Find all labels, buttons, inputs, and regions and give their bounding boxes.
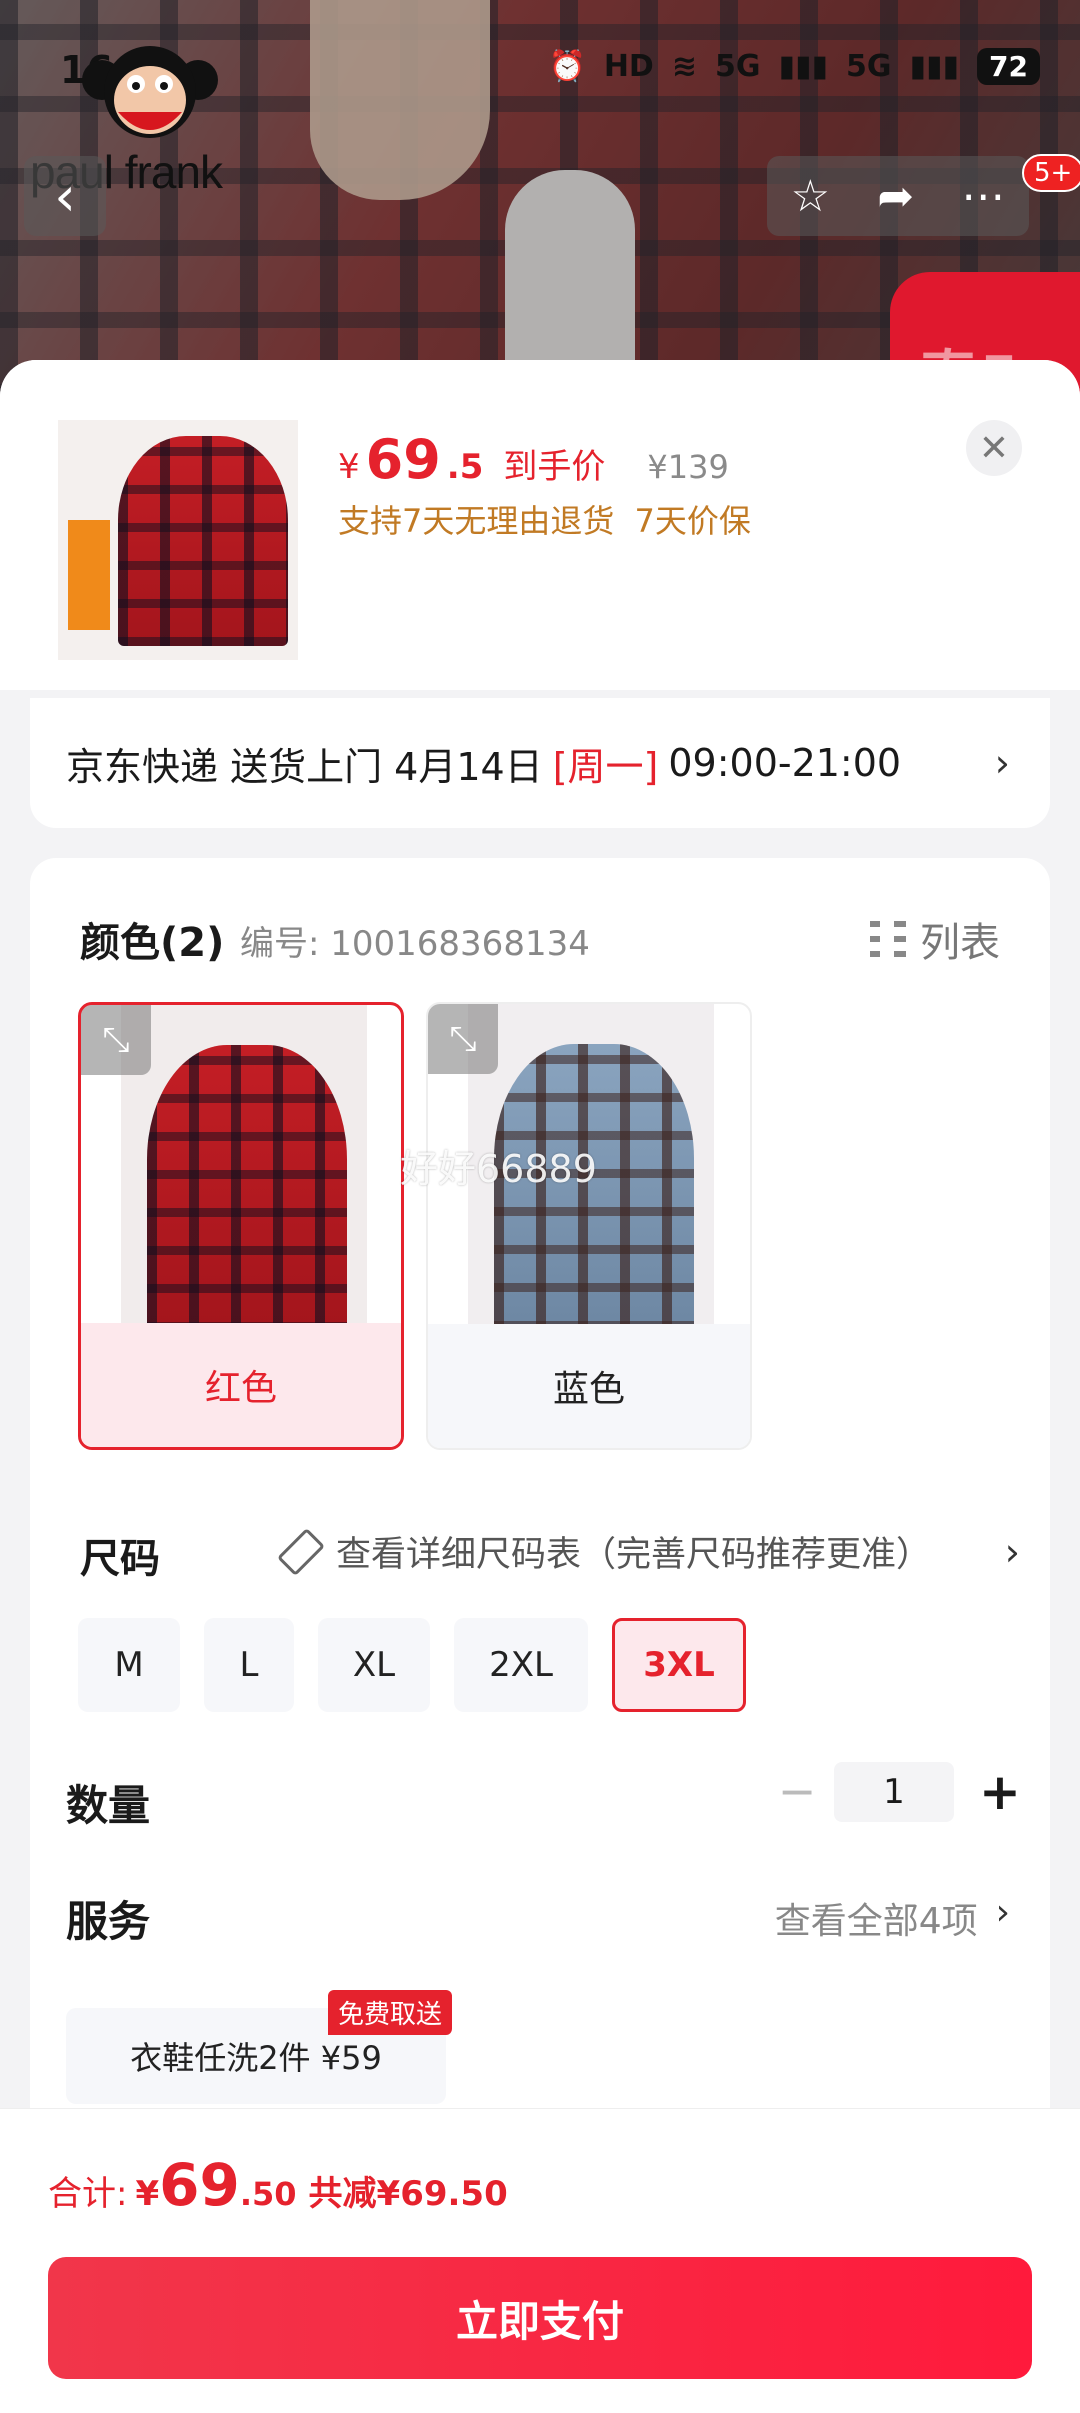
original-price: ¥139: [647, 448, 729, 486]
size-option-m[interactable]: M: [78, 1618, 180, 1712]
quantity-decrement-button[interactable]: −: [772, 1764, 822, 1818]
color-red-image: [121, 1005, 367, 1331]
size-guide-link[interactable]: 查看详细尺码表（完善尺码推荐更准） ›: [276, 1526, 1020, 1577]
service-view-all-label: 查看全部4项: [774, 1901, 978, 1942]
hd-icon: HD: [603, 49, 654, 84]
sheet-header: ¥ 69 .5 到手价 ¥139 支持7天无理由退货 7天价保 ✕: [0, 360, 1080, 690]
color-option-label: 蓝色: [428, 1324, 750, 1448]
total-label: 合计:: [48, 2174, 128, 2214]
price-row: ¥ 69 .5 到手价 ¥139: [338, 428, 729, 491]
service-section-title: 服务: [66, 1897, 151, 1946]
network-5g-label: 5G: [714, 49, 761, 84]
wifi-icon: ≋: [671, 49, 697, 84]
price-integer: 69: [365, 428, 441, 491]
color-section-title: 颜色(2): [80, 920, 225, 966]
pay-now-button[interactable]: 立即支付: [48, 2257, 1032, 2379]
delivery-weekday: [周一]: [552, 744, 659, 789]
minus-icon: −: [777, 1764, 817, 1818]
total-integer: 69: [159, 2151, 240, 2219]
share-icon[interactable]: ➦: [877, 171, 914, 222]
checkout-bar: 合计: ¥ 69 .50 共减¥69.50 立即支付: [0, 2108, 1080, 2413]
chevron-right-icon: ›: [994, 741, 1010, 785]
size-option-2xl[interactable]: 2XL: [454, 1618, 588, 1712]
chevron-right-icon: ›: [995, 1892, 1010, 1933]
sku-selection-sheet: ¥ 69 .5 到手价 ¥139 支持7天无理由退货 7天价保 ✕ 京东快递 送…: [0, 360, 1080, 2412]
shirt-image: [147, 1045, 347, 1331]
close-icon: ✕: [978, 427, 1010, 469]
monkey-logo-icon: [82, 46, 218, 138]
expand-icon[interactable]: ⤡: [81, 1005, 151, 1075]
network-5g-label-2: 5G: [846, 49, 892, 84]
delivery-text: 京东快递 送货上门 4月14日: [66, 744, 543, 789]
size-guide-label: 查看详细尺码表（完善尺码推荐更准）: [336, 1535, 932, 1575]
list-icon: [870, 921, 906, 957]
expand-icon[interactable]: ⤡: [428, 1004, 498, 1074]
signal-icon-2: ▮▮▮: [909, 49, 960, 84]
size-option-xl[interactable]: XL: [318, 1618, 430, 1712]
delivery-time: 09:00-21:00: [668, 741, 902, 785]
message-badge: 5+: [1022, 154, 1080, 192]
color-option-blue[interactable]: ⤡ 蓝色: [426, 1002, 752, 1450]
status-icons: ⏰ HD ≋ 5G ▮▮▮ 5G ▮▮▮ 72: [548, 48, 1040, 85]
color-option-red[interactable]: ⤡ 红色: [78, 1002, 404, 1450]
total-row: 合计: ¥ 69 .50 共减¥69.50: [48, 2151, 508, 2219]
chevron-right-icon: ›: [1004, 1529, 1020, 1574]
product-tag-strip: [68, 520, 110, 630]
size-options: M L XL 2XL 3XL: [78, 1618, 746, 1712]
more-icon[interactable]: ⋯: [961, 171, 1005, 222]
total-currency: ¥: [135, 2174, 160, 2214]
total-decimal: .50: [239, 2175, 297, 2213]
nav-action-group: ☆ ➦ ⋯: [767, 156, 1029, 236]
color-option-label: 红色: [81, 1323, 401, 1447]
plus-icon: +: [979, 1763, 1021, 1821]
size-option-l[interactable]: L: [204, 1618, 294, 1712]
watermark-text: 好好66889: [400, 1147, 597, 1191]
price-label: 到手价: [503, 447, 606, 487]
product-thumbnail[interactable]: [58, 420, 298, 660]
quantity-title: 数量: [66, 1781, 151, 1830]
chevron-left-icon: ‹: [54, 164, 76, 228]
close-button[interactable]: ✕: [966, 420, 1022, 476]
star-icon[interactable]: ☆: [791, 171, 830, 222]
price-currency: ¥: [338, 447, 360, 487]
list-toggle-label: 列表: [920, 920, 1000, 966]
size-section-title: 尺码: [80, 1536, 160, 1582]
shirt-image: [118, 436, 288, 646]
return-promise: 支持7天无理由退货 7天价保: [338, 502, 751, 540]
product-code: 编号: 100168368134: [240, 924, 590, 964]
total-discount: 共减¥69.50: [308, 2174, 508, 2214]
battery-icon: 72: [977, 48, 1040, 85]
service-badge: 免费取送: [328, 1990, 453, 2035]
back-button[interactable]: ‹: [24, 156, 106, 236]
quantity-input[interactable]: 1: [834, 1762, 954, 1822]
ruler-icon: [276, 1527, 326, 1576]
delivery-row[interactable]: 京东快递 送货上门 4月14日 [周一] 09:00-21:00 ›: [30, 698, 1050, 828]
quantity-increment-button[interactable]: +: [970, 1762, 1030, 1822]
alarm-icon: ⏰: [548, 49, 586, 84]
list-view-toggle[interactable]: 列表: [870, 910, 1000, 968]
size-option-3xl[interactable]: 3XL: [612, 1618, 746, 1712]
service-view-all[interactable]: 查看全部4项 ›: [775, 1892, 1010, 1944]
price-decimal: .5: [446, 447, 484, 487]
signal-icon: ▮▮▮: [778, 49, 828, 84]
